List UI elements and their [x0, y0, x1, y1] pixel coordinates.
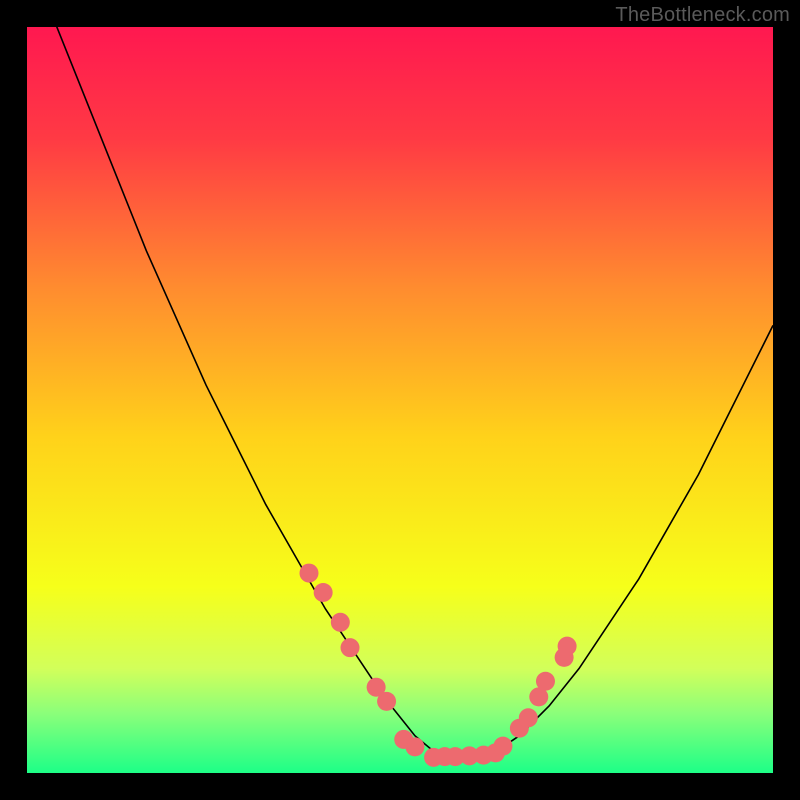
marker-right-branch-markers: [558, 637, 577, 656]
marker-left-branch-markers: [314, 583, 333, 602]
watermark-text: TheBottleneck.com: [615, 4, 790, 27]
marker-valley-markers: [493, 737, 512, 756]
marker-left-branch-markers: [331, 613, 350, 632]
chart-frame: [27, 27, 773, 773]
marker-left-branch-markers: [341, 638, 360, 657]
marker-left-branch-markers: [299, 564, 318, 583]
marker-left-branch-markers: [377, 692, 396, 711]
bottleneck-chart: [27, 27, 773, 773]
chart-background: [27, 27, 773, 773]
marker-right-branch-markers: [519, 708, 538, 727]
marker-right-branch-markers: [536, 672, 555, 691]
marker-valley-markers: [405, 737, 424, 756]
